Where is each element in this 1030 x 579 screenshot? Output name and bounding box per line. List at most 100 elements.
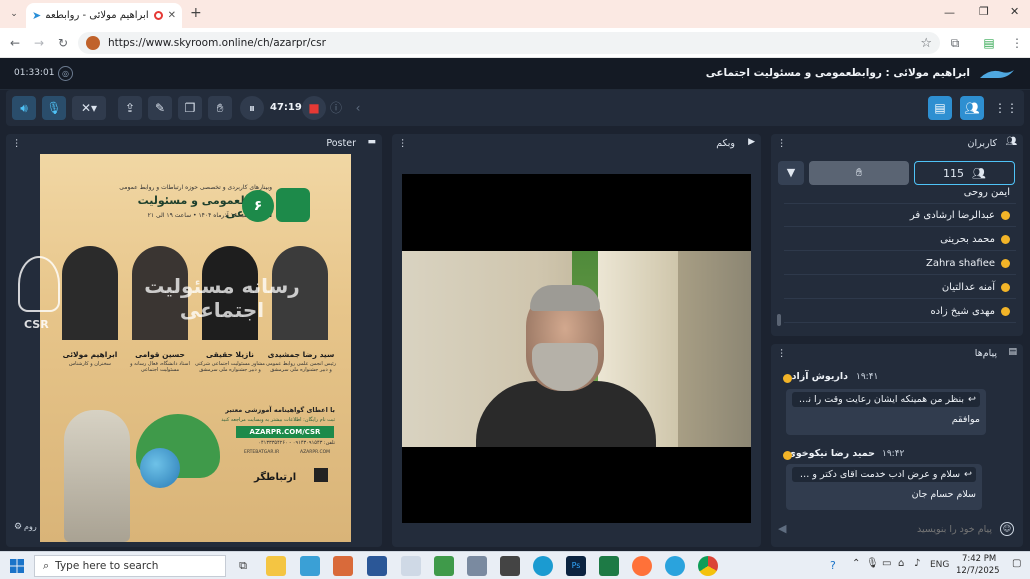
- address-bar[interactable]: https://www.skyroom.online/ch/azarpr/csr…: [78, 32, 940, 54]
- footer-site-left: ERTEBATGAR.IR: [244, 450, 280, 455]
- bookmark-star-icon[interactable]: ☆: [920, 36, 932, 51]
- poster-logo-badge: ۶: [242, 190, 274, 222]
- reload-icon[interactable]: ↻: [54, 34, 72, 52]
- language-indicator[interactable]: ENG: [930, 560, 949, 570]
- raise-hand-icon[interactable]: ✋︎: [208, 96, 232, 120]
- connection-icon[interactable]: ◎: [58, 66, 73, 81]
- register-text: ثبت نام رایگان: اطلاعات بیشتر به وبسایت …: [221, 417, 335, 423]
- messages-panel-header: ⋮ پیام‌ها: [771, 344, 1023, 362]
- speaker-icon[interactable]: 🔊︎: [12, 96, 36, 120]
- quoted-reply: ↩ بنظر من همینکه ایشان رعایت وقت را نمی …: [792, 392, 980, 407]
- file-explorer-icon[interactable]: [266, 556, 286, 576]
- user-row[interactable]: Zahra shafiee: [784, 253, 1016, 275]
- screen-share-icon[interactable]: ⇪: [118, 96, 142, 120]
- windows-start-icon[interactable]: [10, 559, 24, 573]
- poster-panel-menu-icon[interactable]: ⋮: [12, 138, 22, 149]
- user-row[interactable]: مهدی شیخ زاده: [784, 301, 1016, 323]
- user-name: مهدی شیخ زاده: [930, 306, 995, 317]
- poster-series-text: وبینارهای کاربردی و تخصصی حوزه ارتباطات …: [119, 184, 272, 191]
- info-icon[interactable]: ⓘ: [324, 96, 348, 120]
- brand-name: ارتباطگر: [254, 472, 297, 483]
- emoji-icon[interactable]: ☺: [1000, 522, 1014, 536]
- message-time: ۱۹:۴۱: [856, 372, 879, 382]
- user-name: عبدالرضا ارشادی فر: [909, 210, 995, 221]
- user-row[interactable]: ایمن روحی: [784, 182, 1016, 204]
- chat-icon[interactable]: ▤: [928, 96, 952, 120]
- taskbar-app-icon[interactable]: [467, 556, 487, 576]
- users-scrollbar[interactable]: [777, 314, 781, 326]
- telegram-icon[interactable]: [665, 556, 685, 576]
- message-sender: حمید رضا نیکوخوی: [787, 448, 875, 459]
- minimize-button[interactable]: —: [944, 6, 955, 19]
- statue-figure-icon: [64, 410, 130, 542]
- files-icon[interactable]: ❐: [178, 96, 202, 120]
- firefox-icon[interactable]: [632, 556, 652, 576]
- forward-arrow-icon[interactable]: →: [30, 34, 48, 52]
- user-row[interactable]: محمد بحرینی: [784, 229, 1016, 251]
- back-arrow-icon[interactable]: ←: [6, 34, 24, 52]
- extensions-icon[interactable]: ⧉: [946, 34, 964, 52]
- extension-green-icon[interactable]: ▤: [980, 34, 998, 52]
- speaker-role: استاد دانشگاه، فعال رسانه و مسئولیت اجتم…: [130, 361, 190, 373]
- apps-grid-icon[interactable]: ⋮⋮: [994, 96, 1018, 120]
- taskbar-app-icon[interactable]: [333, 556, 353, 576]
- maximize-button[interactable]: ❐: [979, 5, 989, 18]
- poster-settings-icon[interactable]: ⚙: [14, 522, 22, 532]
- search-icon: ⌕: [43, 559, 50, 572]
- chrome-icon[interactable]: [698, 556, 718, 576]
- browser-menu-icon[interactable]: ⋮: [1008, 34, 1026, 52]
- speaker-name: نازیلا حقیقی: [206, 350, 254, 359]
- word-icon[interactable]: [367, 556, 387, 576]
- send-button[interactable]: ◀: [778, 522, 792, 536]
- message-input[interactable]: [796, 518, 992, 540]
- network-icon[interactable]: ⌂: [898, 558, 904, 569]
- notification-icon[interactable]: ▢: [1012, 558, 1021, 569]
- tray-chevron-icon[interactable]: ⌃: [852, 558, 860, 569]
- volume-icon[interactable]: ♪: [914, 558, 920, 569]
- taskbar-search[interactable]: ⌕ Type here to search: [34, 555, 226, 577]
- close-window-button[interactable]: ✕: [1010, 5, 1019, 18]
- photoshop-icon[interactable]: Ps: [566, 556, 586, 576]
- new-tab-button[interactable]: +: [190, 5, 202, 21]
- tray-mic-icon[interactable]: 🎙︎: [866, 558, 879, 569]
- url-text: https://www.skyroom.online/ch/azarpr/csr: [108, 37, 326, 49]
- quoted-text: سلام و عرض ادب خدمت آقای دکتر و همه عزیز…: [796, 469, 961, 480]
- brush-icon[interactable]: ✎: [148, 96, 172, 120]
- webcam-panel-menu-icon[interactable]: ⋮: [398, 138, 408, 149]
- help-icon[interactable]: ?: [830, 559, 836, 572]
- pause-icon[interactable]: ⏸︎: [240, 96, 264, 120]
- user-name: Zahra shafiee: [925, 258, 995, 269]
- clock-date[interactable]: 12/7/2025: [956, 566, 1000, 576]
- tab-search-button[interactable]: ⌄: [6, 6, 22, 22]
- battery-icon[interactable]: ▭: [882, 558, 891, 569]
- taskbar-app-icon[interactable]: [300, 556, 320, 576]
- user-row[interactable]: عبدالرضا ارشادی فر: [784, 205, 1016, 227]
- footer-site-right: AZARPR.COM: [300, 450, 331, 455]
- notepad-icon[interactable]: [401, 556, 421, 576]
- excel-icon[interactable]: [599, 556, 619, 576]
- microphone-in-use-icon[interactable]: [86, 36, 100, 50]
- user-icon: [1001, 283, 1010, 292]
- globe-icon: [140, 448, 180, 488]
- record-stop-icon[interactable]: ■: [302, 96, 326, 120]
- browser-tab[interactable]: ➤ ابراهیم مولائی - روابطعمومی ✕: [26, 3, 182, 28]
- users-icon[interactable]: 👥︎: [960, 96, 984, 120]
- collapse-chevron-icon[interactable]: ‹: [346, 96, 370, 120]
- camera-off-icon[interactable]: ✕▾: [72, 96, 106, 120]
- calculator-icon[interactable]: [500, 556, 520, 576]
- poster-footer-text: روم: [24, 522, 37, 531]
- csr-tree-logo-icon: [18, 256, 60, 312]
- user-row[interactable]: آمنه عدالتیان: [784, 277, 1016, 299]
- search-placeholder: Type here to search: [55, 560, 159, 572]
- message-bubble: ↩ بنظر من همینکه ایشان رعایت وقت را نمی …: [786, 389, 986, 435]
- edge-icon[interactable]: [533, 556, 553, 576]
- task-view-icon[interactable]: ⧉: [233, 556, 253, 576]
- microphone-icon[interactable]: 🎙︎: [42, 96, 66, 120]
- quoted-reply: ↩ سلام و عرض ادب خدمت آقای دکتر و همه عز…: [792, 467, 976, 482]
- close-tab-icon[interactable]: ✕: [168, 10, 176, 21]
- user-name: محمد بحرینی: [940, 234, 995, 245]
- taskbar-app-icon[interactable]: [434, 556, 454, 576]
- clock-time[interactable]: 7:42 PM: [962, 554, 996, 564]
- messages-panel-menu-icon[interactable]: ⋮: [777, 348, 787, 359]
- users-panel-menu-icon[interactable]: ⋮: [777, 138, 787, 149]
